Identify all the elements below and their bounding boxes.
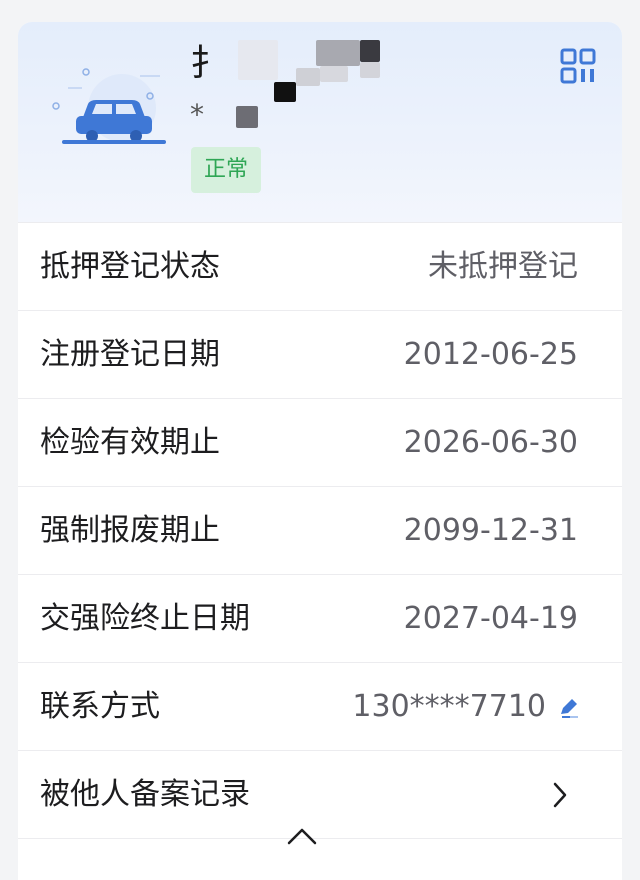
row-value: 2099-12-31 <box>403 513 578 548</box>
row-label: 联系方式 <box>40 689 160 724</box>
row-label: 强制报废期止 <box>40 513 220 548</box>
chevron-right-icon[interactable] <box>552 781 568 809</box>
vehicle-info-card: 扌 * 正常 抵押登记状态 未抵押登记 注册登记日期 2012-06-25 检验… <box>18 22 622 880</box>
row-value: 2026-06-30 <box>403 425 578 460</box>
qr-code-icon[interactable] <box>560 48 596 84</box>
row-label: 注册登记日期 <box>40 337 220 372</box>
chevron-up-icon[interactable] <box>286 826 318 846</box>
vehicle-id-masked: * <box>190 98 204 131</box>
edit-icon[interactable] <box>558 697 580 719</box>
row-value: 2012-06-25 <box>403 337 578 372</box>
status-badge: 正常 <box>191 147 261 193</box>
row-filing-records[interactable]: 被他人备案记录 <box>18 750 622 838</box>
contact-phone: 130****7710 <box>352 689 546 724</box>
plate-number: 扌 <box>190 43 229 84</box>
car-icon <box>52 68 166 144</box>
row-scrap-deadline: 强制报废期止 2099-12-31 <box>18 486 622 574</box>
row-mortgage-status: 抵押登记状态 未抵押登记 <box>18 222 622 310</box>
row-label: 检验有效期止 <box>40 425 220 460</box>
row-value: 未抵押登记 <box>428 249 578 284</box>
row-contact[interactable]: 联系方式 130****7710 <box>18 662 622 750</box>
row-registration-date: 注册登记日期 2012-06-25 <box>18 310 622 398</box>
vehicle-header: 扌 * 正常 <box>18 22 622 222</box>
row-label: 交强险终止日期 <box>40 601 250 636</box>
row-inspection-valid-until: 检验有效期止 2026-06-30 <box>18 398 622 486</box>
row-insurance-end-date: 交强险终止日期 2027-04-19 <box>18 574 622 662</box>
row-label: 抵押登记状态 <box>40 249 220 284</box>
row-value: 2027-04-19 <box>403 601 578 636</box>
row-label: 被他人备案记录 <box>40 777 250 812</box>
collapse-row[interactable] <box>18 838 622 880</box>
vehicle-id-redacted <box>236 106 258 128</box>
